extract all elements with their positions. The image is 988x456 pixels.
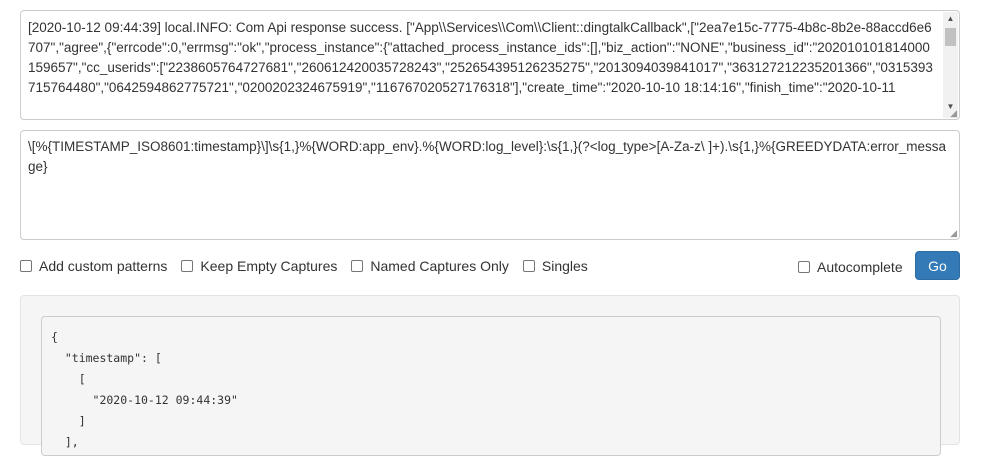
result-line: "2020-10-12 09:44:39": [51, 393, 238, 407]
result-line: "timestamp": [: [51, 351, 162, 365]
singles-label: Singles: [541, 258, 588, 274]
add-custom-patterns-option[interactable]: Add custom patterns: [20, 258, 167, 274]
pattern-input-text: \[%{TIMESTAMP_ISO8601:timestamp}\]\s{1,}…: [28, 139, 947, 174]
resize-grip-icon[interactable]: ◢: [950, 109, 957, 118]
scroll-up-arrow-icon[interactable]: ▲: [943, 12, 958, 26]
options-row: Add custom patterns Keep Empty Captures …: [20, 256, 602, 276]
named-captures-only-checkbox[interactable]: [351, 260, 364, 272]
autocomplete-option[interactable]: Autocomplete: [798, 259, 903, 275]
log-input-text: [2020-10-12 09:44:39] local.INFO: Com Ap…: [28, 20, 933, 95]
add-custom-patterns-label: Add custom patterns: [39, 258, 168, 274]
keep-empty-captures-option[interactable]: Keep Empty Captures: [181, 258, 337, 274]
keep-empty-captures-label: Keep Empty Captures: [200, 258, 338, 274]
keep-empty-captures-checkbox[interactable]: [181, 260, 194, 272]
result-line: [: [51, 372, 86, 386]
scroll-thumb[interactable]: [945, 28, 956, 46]
go-button[interactable]: Go: [915, 251, 960, 280]
add-custom-patterns-checkbox[interactable]: [20, 260, 32, 272]
autocomplete-checkbox[interactable]: [798, 261, 810, 273]
result-json: { "timestamp": [ [ "2020-10-12 09:44:39"…: [51, 327, 238, 453]
singles-checkbox[interactable]: [522, 260, 535, 272]
result-panel: { "timestamp": [ [ "2020-10-12 09:44:39"…: [20, 295, 960, 456]
pattern-input-textarea[interactable]: \[%{TIMESTAMP_ISO8601:timestamp}\]\s{1,}…: [20, 130, 960, 240]
singles-option[interactable]: Singles: [522, 258, 588, 274]
named-captures-only-label: Named Captures Only: [370, 258, 509, 274]
autocomplete-label: Autocomplete: [817, 259, 903, 275]
resize-grip-icon[interactable]: ◢: [950, 229, 957, 238]
named-captures-only-option[interactable]: Named Captures Only: [351, 258, 509, 274]
result-line: ]: [51, 414, 86, 428]
log-input-textarea[interactable]: [2020-10-12 09:44:39] local.INFO: Com Ap…: [20, 10, 960, 120]
result-line: ],: [51, 435, 79, 449]
log-scrollbar[interactable]: ▲ ▼: [943, 12, 958, 118]
result-output: { "timestamp": [ [ "2020-10-12 09:44:39"…: [41, 316, 941, 456]
result-line: {: [51, 330, 58, 344]
